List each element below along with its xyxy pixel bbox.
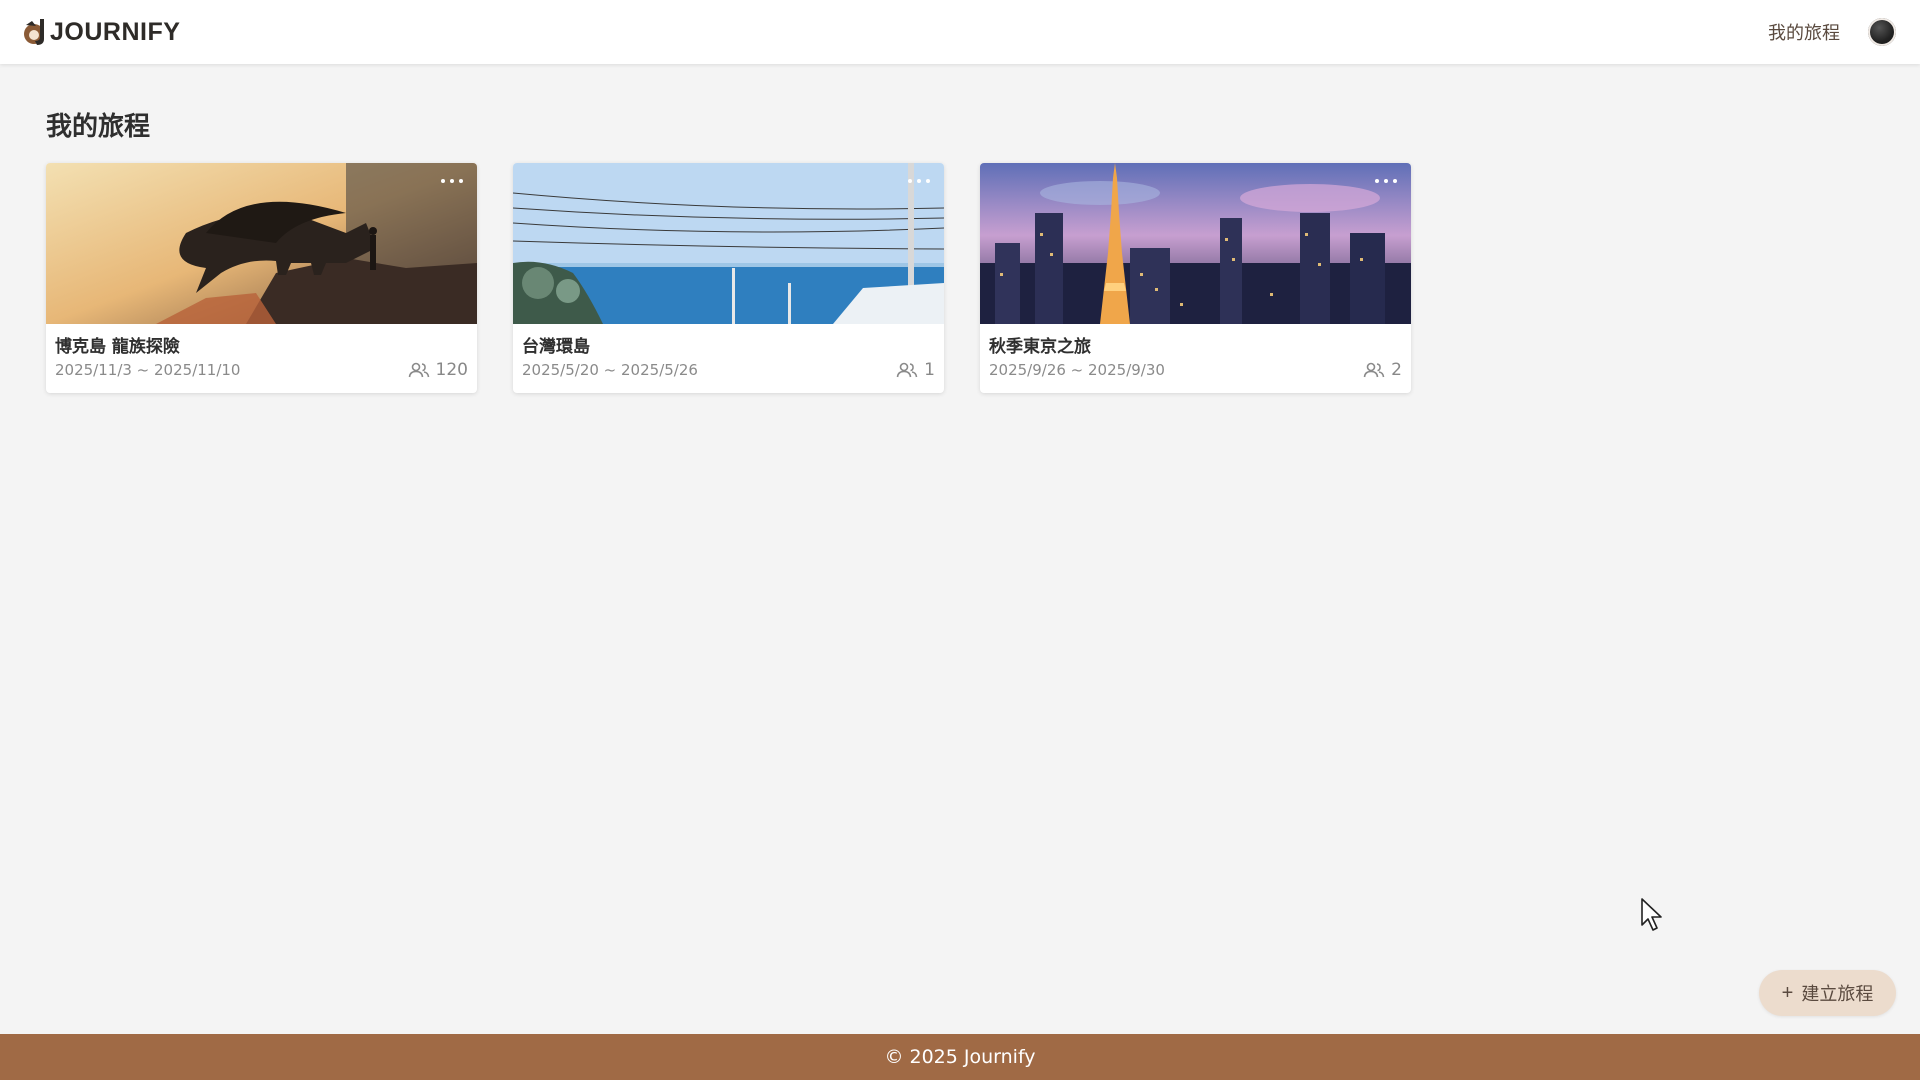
more-options-button[interactable] [437, 173, 467, 189]
people-icon [896, 362, 918, 378]
trip-dates: 2025/5/20 ~ 2025/5/26 [522, 361, 698, 379]
page-title: 我的旅程 [46, 112, 151, 142]
brand-logo[interactable]: JOURNIFY [22, 17, 180, 47]
trip-count-value: 120 [435, 360, 468, 380]
footer: © 2025 Journify [0, 1034, 1920, 1080]
footer-copyright: © 2025 Journify [884, 1046, 1036, 1068]
plus-icon: + [1781, 982, 1794, 1004]
trip-cover-image [513, 163, 944, 324]
trip-title: 台灣環島 [522, 337, 590, 357]
more-options-button[interactable] [1371, 173, 1401, 189]
brand-name: JOURNIFY [50, 17, 181, 46]
trip-cover-image [46, 163, 477, 324]
trip-dates: 2025/9/26 ~ 2025/9/30 [989, 361, 1165, 379]
people-icon [1363, 362, 1385, 378]
user-avatar[interactable] [1868, 18, 1896, 46]
people-icon [408, 362, 429, 378]
trip-cover-image [980, 163, 1411, 324]
trip-count-value: 2 [1391, 360, 1402, 380]
trip-member-count: 1 [896, 360, 935, 380]
trip-dates: 2025/11/3 ~ 2025/11/10 [55, 361, 241, 379]
trip-member-count: 2 [1363, 360, 1402, 380]
mouse-cursor-icon [1641, 898, 1662, 931]
trip-title: 秋季東京之旅 [989, 337, 1091, 357]
main-content: 我的旅程 博克島 龍族探險 2025/11/3 ~ 2025/11/10 120… [46, 106, 1446, 393]
trip-card[interactable]: 博克島 龍族探險 2025/11/3 ~ 2025/11/10 120 [46, 163, 477, 393]
create-trip-button[interactable]: + 建立旅程 [1759, 970, 1896, 1016]
trip-card[interactable]: 台灣環島 2025/5/20 ~ 2025/5/26 1 [513, 163, 944, 393]
trip-card[interactable]: 秋季東京之旅 2025/9/26 ~ 2025/9/30 2 [980, 163, 1411, 393]
trip-title: 博克島 龍族探險 [55, 337, 180, 357]
top-navbar: JOURNIFY 我的旅程 [0, 0, 1920, 64]
trip-count-value: 1 [924, 360, 935, 380]
more-options-button[interactable] [904, 173, 934, 189]
create-trip-label: 建立旅程 [1801, 984, 1874, 1004]
trip-card-list: 博克島 龍族探險 2025/11/3 ~ 2025/11/10 120 台灣環島… [46, 163, 1446, 393]
logo-icon [24, 19, 44, 45]
trip-member-count: 120 [408, 360, 468, 380]
nav-my-trips-link[interactable]: 我的旅程 [1768, 19, 1840, 45]
